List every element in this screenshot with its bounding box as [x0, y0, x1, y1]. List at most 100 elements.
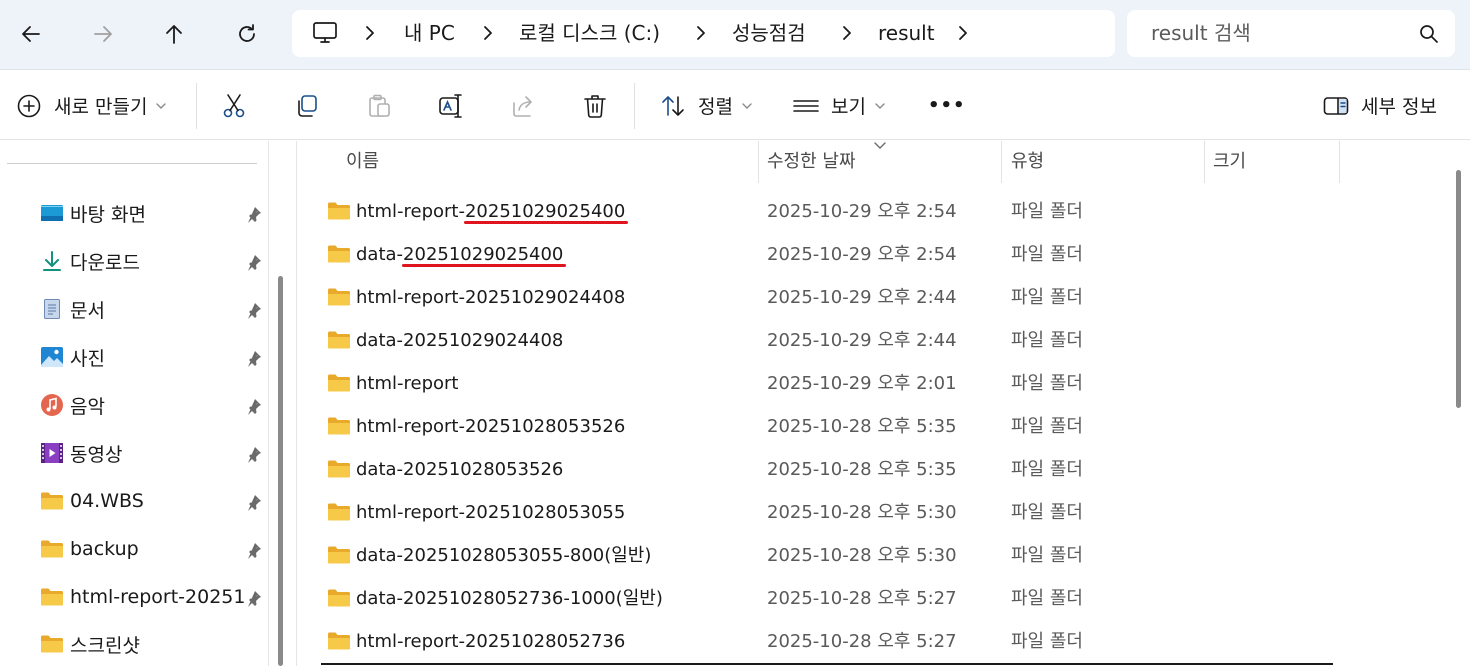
column-divider[interactable] — [1204, 141, 1205, 183]
more-options-button[interactable]: ••• — [928, 71, 966, 140]
file-row[interactable]: html-report-20251028053526 2025-10-28 오후 … — [297, 405, 1447, 448]
arrow-up-icon — [166, 25, 182, 44]
file-name[interactable]: html-report-20251029025400 — [356, 190, 625, 233]
folder-icon — [327, 330, 351, 350]
file-name[interactable]: data-20251029025400 — [356, 233, 563, 276]
file-name[interactable]: html-report-20251028052736 — [356, 620, 625, 663]
sidebar-item-documents[interactable]: 문서 — [40, 294, 268, 324]
folder-icon — [327, 588, 351, 608]
sidebar-item-html-report[interactable]: html-report-20251024 — [40, 582, 268, 612]
sidebar-item-label: 스크린샷 — [70, 634, 140, 657]
sidebar-item-04-wbs[interactable]: 04.WBS — [40, 486, 268, 516]
pin-icon[interactable] — [245, 349, 263, 367]
file-modified-date: 2025-10-28 오후 5:30 — [767, 502, 957, 523]
pin-icon[interactable] — [245, 397, 263, 415]
sort-icon — [662, 95, 684, 116]
file-row[interactable]: data-20251029025400 2025-10-29 오후 2:54 파일 … — [297, 233, 1447, 276]
file-name-prefix: html-report-20251028053526 — [356, 416, 626, 437]
sort-descending-icon — [874, 142, 886, 149]
breadcrumb-result[interactable]: result — [878, 10, 935, 57]
sidebar-item-label: 바탕 화면 — [70, 203, 146, 226]
cut-button[interactable] — [221, 71, 247, 140]
forward-button[interactable] — [83, 14, 123, 54]
details-pane-button[interactable]: 세부 정보 — [1323, 71, 1437, 140]
pin-icon[interactable] — [245, 589, 263, 607]
file-name[interactable]: html-report — [356, 362, 458, 405]
sidebar-item-backup[interactable]: backup — [40, 534, 268, 564]
toolbar-divider — [196, 83, 197, 129]
file-name[interactable]: html-report-20251028053526 — [356, 405, 625, 448]
sidebar-item-videos[interactable]: 동영상 — [40, 438, 268, 468]
details-pane-icon — [1323, 96, 1349, 115]
file-row[interactable]: html-report-20251028052736 2025-10-28 오후 … — [297, 620, 1447, 663]
file-name[interactable]: data-20251028053526 — [356, 448, 563, 491]
pin-icon[interactable] — [245, 253, 263, 271]
chevron-right-icon[interactable] — [361, 24, 379, 42]
address-box[interactable]: 내 PC 로컬 디스크 (C:) 성능점검 result — [292, 10, 1115, 57]
pin-icon[interactable] — [245, 205, 263, 223]
paste-button[interactable] — [366, 71, 392, 140]
file-name[interactable]: html-report-20251029024408 — [356, 276, 625, 319]
file-modified-date: 2025-10-28 오후 5:35 — [767, 459, 957, 480]
sidebar-item-screenshots[interactable]: 스크린샷 — [40, 629, 268, 659]
sidebar-item-label: html-report-20251024 — [70, 586, 245, 608]
sidebar-item-desktop[interactable]: 바탕 화면 — [40, 198, 268, 228]
pin-icon[interactable] — [245, 445, 263, 463]
file-row[interactable]: data-20251029024408 2025-10-29 오후 2:44 파일 … — [297, 319, 1447, 362]
column-divider[interactable] — [1339, 141, 1340, 183]
back-button[interactable] — [11, 14, 51, 54]
file-name[interactable]: html-report-20251028053055 — [356, 491, 625, 534]
file-name-prefix: data-20251028053055-800(일반) — [356, 545, 652, 566]
delete-button[interactable] — [582, 71, 608, 140]
pin-icon[interactable] — [245, 301, 263, 319]
breadcrumb-my-pc[interactable]: 내 PC — [404, 10, 455, 57]
chevron-right-icon[interactable] — [479, 24, 497, 42]
up-button[interactable] — [154, 14, 194, 54]
navigation-scrollbar[interactable] — [278, 276, 283, 666]
folder-icon — [40, 632, 64, 656]
rename-button[interactable] — [438, 71, 464, 140]
search-placeholder: result 검색 — [1151, 21, 1251, 45]
search-input[interactable]: result 검색 — [1127, 10, 1455, 57]
chevron-right-icon[interactable] — [954, 24, 972, 42]
new-button[interactable]: 새로 만들기 — [16, 71, 167, 140]
refresh-button[interactable] — [227, 14, 267, 54]
file-name[interactable]: data-20251028052736-1000(일반) — [356, 577, 663, 620]
sidebar-item-downloads[interactable]: 다운로드 — [40, 246, 268, 276]
folder-icon — [327, 502, 351, 522]
file-list-scrollbar[interactable] — [1456, 170, 1461, 408]
column-divider[interactable] — [758, 141, 759, 183]
sort-button[interactable]: 정렬 — [660, 71, 753, 140]
file-name[interactable]: data-20251029024408 — [356, 319, 563, 362]
arrow-right-icon — [94, 26, 112, 42]
copy-button[interactable] — [294, 71, 320, 140]
file-name-prefix: data-20251029024408 — [356, 330, 564, 351]
pin-icon[interactable] — [245, 541, 263, 559]
pin-icon[interactable] — [245, 493, 263, 511]
column-divider[interactable] — [1001, 141, 1002, 183]
file-type: 파일 폴더 — [1011, 416, 1083, 437]
file-row[interactable]: data-20251028052736-1000(일반) 2025-10-28 오… — [297, 577, 1447, 620]
column-header-name[interactable]: 이름 — [346, 141, 379, 183]
computer-icon[interactable] — [312, 21, 338, 45]
breadcrumb-local-disk[interactable]: 로컬 디스크 (C:) — [519, 10, 660, 57]
file-row[interactable]: data-20251028053526 2025-10-28 오후 5:35 파일 … — [297, 448, 1447, 491]
chevron-right-icon[interactable] — [838, 24, 856, 42]
breadcrumb-performance-check[interactable]: 성능점검 — [732, 10, 806, 57]
view-button[interactable]: 보기 — [793, 71, 886, 140]
file-row[interactable]: html-report-20251029024408 2025-10-29 오후 … — [297, 276, 1447, 319]
details-pane-label: 세부 정보 — [1361, 96, 1437, 118]
sidebar-item-pictures[interactable]: 사진 — [40, 342, 268, 372]
sidebar-item-music[interactable]: 음악 — [40, 390, 268, 420]
file-name[interactable]: data-20251028053055-800(일반) — [356, 534, 651, 577]
file-row[interactable]: data-20251028053055-800(일반) 2025-10-28 오후… — [297, 534, 1447, 577]
column-header-modified[interactable]: 수정한 날짜 — [767, 141, 856, 183]
column-header-type[interactable]: 유형 — [1011, 141, 1044, 183]
chevron-right-icon[interactable] — [692, 24, 710, 42]
chevron-down-icon — [742, 102, 752, 109]
file-row[interactable]: html-report-20251028053055 2025-10-28 오후 … — [297, 491, 1447, 534]
file-row[interactable]: html-report 2025-10-29 오후 2:01 파일 폴더 — [297, 362, 1447, 405]
file-row[interactable]: html-report-20251029025400 2025-10-29 오후 … — [297, 190, 1447, 233]
share-button[interactable] — [510, 71, 536, 140]
column-header-size[interactable]: 크기 — [1213, 141, 1246, 183]
